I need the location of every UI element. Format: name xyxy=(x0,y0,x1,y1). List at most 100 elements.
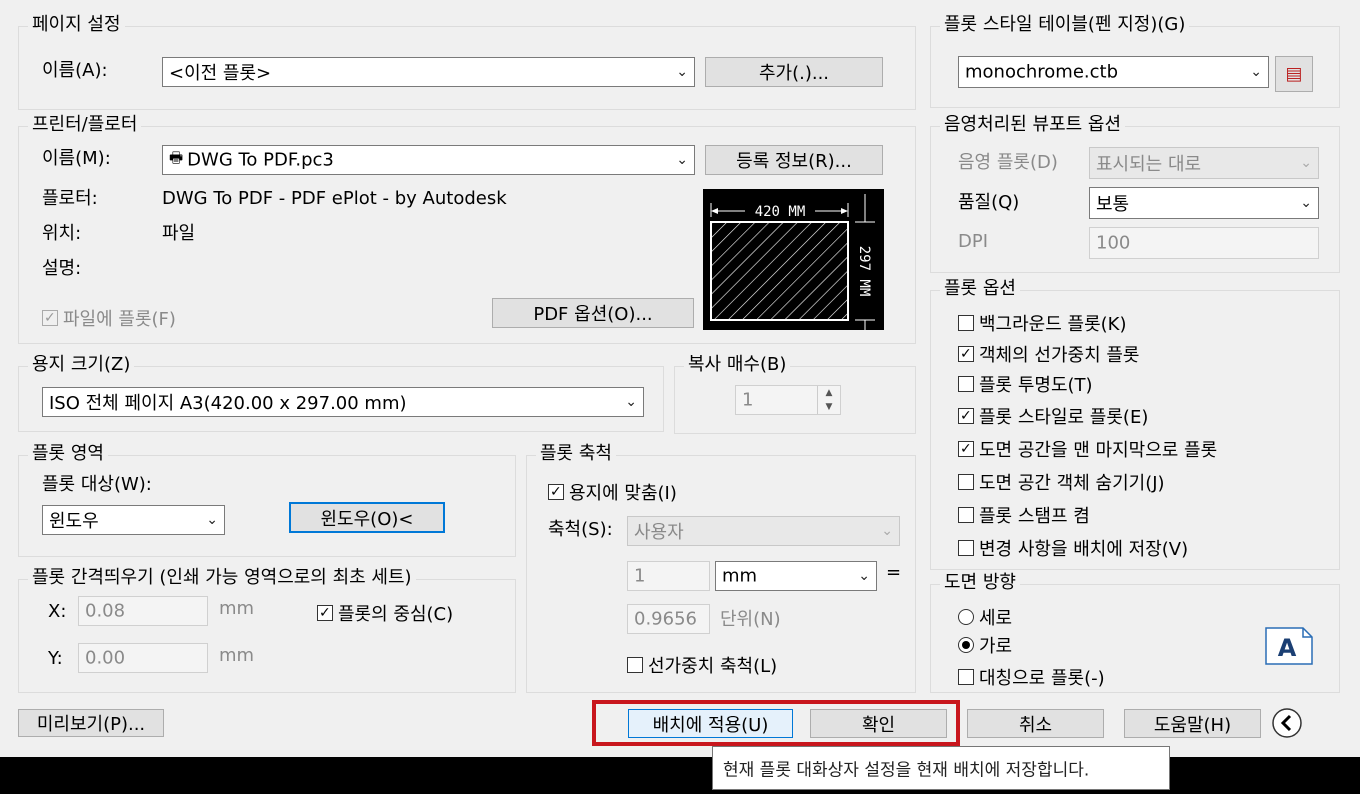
add-page-setup-button[interactable]: 추가(.)... xyxy=(705,57,883,87)
paper-size-select[interactable]: ISO 전체 페이지 A3(420.00 x 297.00 mm) ⌄ xyxy=(42,387,644,417)
scale-value1-field[interactable]: 1 xyxy=(627,561,710,591)
plot-transparency-checkbox[interactable]: 플롯 투명도(T) xyxy=(958,371,1093,397)
plot-style-edit-button[interactable]: ▤ xyxy=(1275,56,1313,92)
plot-stamp-checkbox[interactable]: 플롯 스탬프 켬 xyxy=(958,502,1090,528)
copies-title: 복사 매수(B) xyxy=(684,354,791,376)
plot-scale-title: 플롯 축척 xyxy=(536,443,616,465)
shade-plot-label: 음영 플롯(D) xyxy=(958,152,1058,173)
plot-style-select[interactable]: monochrome.ctb ⌄ xyxy=(958,56,1269,88)
chevron-down-icon: ⌄ xyxy=(1300,195,1312,211)
page-setup-title: 페이지 설정 xyxy=(28,14,125,36)
preview-button[interactable]: 미리보기(P)... xyxy=(18,709,164,737)
ok-button[interactable]: 확인 xyxy=(810,709,947,738)
printer-properties-button[interactable]: 등록 정보(R)... xyxy=(705,145,883,175)
plotter-label: 플로터: xyxy=(42,188,98,209)
plot-to-file-checkbox[interactable]: 파일에 플롯(F) xyxy=(42,305,176,331)
window-select-label: 윈도우(O)< xyxy=(320,508,414,530)
scale-unit-select[interactable]: mm ⌄ xyxy=(715,561,877,591)
radio-circle xyxy=(958,637,974,653)
plot-option-label: 백그라운드 플롯(K) xyxy=(979,314,1127,335)
scale-unit-label: 단위(N) xyxy=(720,609,781,630)
plot-option-label: 플롯 투명도(T) xyxy=(979,375,1093,396)
printer-name-select[interactable]: 🖶 DWG To PDF.pc3 ⌄ xyxy=(162,145,695,175)
spinner-up-icon[interactable]: ▲ xyxy=(818,386,840,400)
plot-lineweights-checkbox[interactable]: 객체의 선가중치 플롯 xyxy=(958,341,1139,367)
orientation-title: 도면 방향 xyxy=(940,572,1020,594)
offset-y-value: 0.00 xyxy=(85,647,126,669)
save-changes-to-layout-checkbox[interactable]: 변경 사항을 배치에 저장(V) xyxy=(958,535,1188,561)
chevron-down-icon: ⌄ xyxy=(206,512,218,528)
copies-value: 1 xyxy=(742,389,754,411)
offset-x-field[interactable]: 0.08 xyxy=(78,596,208,626)
plot-style-value: monochrome.ctb xyxy=(965,61,1118,83)
plot-with-styles-checkbox[interactable]: 플롯 스타일로 플롯(E) xyxy=(958,403,1148,429)
chevron-down-icon: ⌄ xyxy=(881,523,893,539)
scale-value2-field[interactable]: 0.9656 xyxy=(627,604,710,634)
apply-to-layout-label: 배치에 적용(U) xyxy=(652,714,769,736)
landscape-radio[interactable]: 가로 xyxy=(958,632,1012,658)
center-plot-label: 플롯의 중심(C) xyxy=(338,604,454,625)
portrait-label: 세로 xyxy=(979,608,1013,629)
scale-equals: = xyxy=(886,562,902,583)
plot-paperspace-last-checkbox[interactable]: 도면 공간을 맨 마지막으로 플롯 xyxy=(958,436,1217,462)
plotter-value: DWG To PDF - PDF ePlot - by Autodesk xyxy=(162,188,507,209)
apply-to-layout-button[interactable]: 배치에 적용(U) xyxy=(628,709,793,738)
chevron-down-icon: ⌄ xyxy=(858,568,870,584)
checkbox-box xyxy=(958,507,974,523)
pdf-options-button[interactable]: PDF 옵션(O)... xyxy=(492,298,694,328)
printer-name-value: DWG To PDF.pc3 xyxy=(187,149,334,171)
description-label: 설명: xyxy=(42,258,82,279)
scale-unit-value: mm xyxy=(722,565,758,587)
help-label: 도움말(H) xyxy=(1153,714,1232,736)
plot-option-label: 플롯 스타일로 플롯(E) xyxy=(979,407,1149,428)
offset-x-label: X: xyxy=(48,601,67,622)
spinner-buttons[interactable]: ▲ ▼ xyxy=(817,386,840,414)
paper-size-value: ISO 전체 페이지 A3(420.00 x 297.00 mm) xyxy=(49,393,407,414)
paper-preview: 420 MM 297 MM xyxy=(703,189,884,330)
fit-to-paper-checkbox[interactable]: 용지에 맞춤(I) xyxy=(548,479,677,505)
add-page-setup-label: 추가(.)... xyxy=(758,63,830,84)
apply-tooltip: 현재 플롯 대화상자 설정을 현재 배치에 저장합니다. xyxy=(712,746,1170,790)
cancel-button[interactable]: 취소 xyxy=(967,709,1104,738)
offset-y-field[interactable]: 0.00 xyxy=(78,643,208,673)
chevron-down-icon: ⌄ xyxy=(1300,155,1312,171)
quality-select[interactable]: 보통 ⌄ xyxy=(1089,187,1319,219)
help-button[interactable]: 도움말(H) xyxy=(1124,709,1261,738)
scale-select[interactable]: 사용자 ⌄ xyxy=(627,516,900,546)
plot-option-label: 객체의 선가중치 플롯 xyxy=(979,345,1140,366)
printer-title: 프린터/플로터 xyxy=(28,114,142,136)
plot-option-label: 플롯 스탬프 켬 xyxy=(979,506,1090,527)
checkbox-box xyxy=(958,346,974,362)
scale-value2: 0.9656 xyxy=(634,608,697,630)
plot-area-value: 윈도우 xyxy=(49,511,99,532)
dpi-field[interactable]: 100 xyxy=(1089,227,1319,259)
paper-width-label: 420 MM xyxy=(755,204,806,220)
preview-label: 미리보기(P)... xyxy=(36,714,146,735)
chevron-down-icon: ⌄ xyxy=(676,64,688,80)
window-select-button[interactable]: 윈도우(O)< xyxy=(289,502,445,533)
plot-style-edit-icon: ▤ xyxy=(1285,63,1303,85)
background-plot-checkbox[interactable]: 백그라운드 플롯(K) xyxy=(958,310,1127,336)
upside-down-checkbox[interactable]: 대칭으로 플롯(-) xyxy=(958,664,1105,690)
checkbox-box xyxy=(958,441,974,457)
shade-plot-value: 표시되는 대로 xyxy=(1096,154,1202,175)
shade-plot-select[interactable]: 표시되는 대로 ⌄ xyxy=(1089,147,1319,179)
page-setup-name-value: <이전 플롯> xyxy=(169,63,272,84)
paper-height-label: 297 MM xyxy=(856,246,872,297)
chevron-down-icon: ⌄ xyxy=(625,394,637,410)
collapse-more-options-icon[interactable] xyxy=(1271,707,1303,739)
hide-paperspace-objects-checkbox[interactable]: 도면 공간 객체 숨기기(J) xyxy=(958,469,1165,495)
scale-lineweights-checkbox[interactable]: 선가중치 축척(L) xyxy=(627,652,777,678)
plot-area-select[interactable]: 윈도우 ⌄ xyxy=(42,505,225,535)
copies-spinner[interactable]: 1 ▲ ▼ xyxy=(735,385,841,415)
portrait-radio[interactable]: 세로 xyxy=(958,604,1012,630)
spinner-down-icon[interactable]: ▼ xyxy=(818,400,840,414)
orientation-icon-letter: A xyxy=(1278,634,1297,662)
checkbox-box xyxy=(958,474,974,490)
page-setup-name-select[interactable]: <이전 플롯> ⌄ xyxy=(162,57,695,87)
shaded-viewport-title: 음영처리된 뷰포트 옵션 xyxy=(940,114,1126,136)
checkbox-box xyxy=(548,484,564,500)
plot-area-title: 플롯 영역 xyxy=(28,443,108,465)
apply-tooltip-text: 현재 플롯 대화상자 설정을 현재 배치에 저장합니다. xyxy=(723,760,1090,781)
center-plot-checkbox[interactable]: 플롯의 중심(C) xyxy=(317,600,453,626)
